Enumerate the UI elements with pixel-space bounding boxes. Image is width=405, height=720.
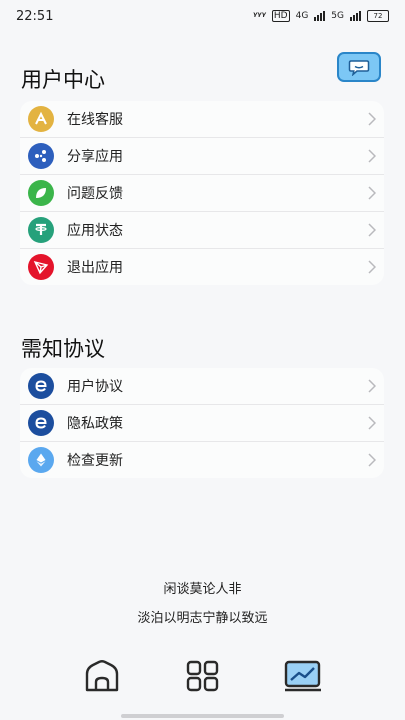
- leaf-icon: [28, 180, 54, 206]
- status-time: 22:51: [16, 8, 54, 24]
- chevron-right-icon: [368, 416, 376, 430]
- menu-item-label: 退出应用: [67, 260, 123, 276]
- menu-item-share-app[interactable]: 分享应用: [20, 138, 384, 175]
- net-5g-label: 5G: [331, 11, 344, 21]
- battery-icon: 72: [367, 10, 389, 22]
- chevron-right-icon: [368, 223, 376, 237]
- chevron-right-icon: [368, 186, 376, 200]
- chevron-right-icon: [368, 149, 376, 163]
- status-icons: ᵞᵞᵞ HD 4G 5G 72: [253, 10, 389, 22]
- chevron-right-icon: [368, 379, 376, 393]
- hd-badge: HD: [271, 10, 290, 22]
- chat-button[interactable]: [337, 52, 381, 82]
- agreements-card: 用户协议 隐私政策 检查更新: [20, 368, 384, 478]
- diamond-icon: [28, 447, 54, 473]
- menu-item-label: 分享应用: [67, 149, 123, 165]
- nav-home[interactable]: [80, 656, 124, 696]
- vowifi-icon: ᵞᵞᵞ: [253, 10, 266, 22]
- menu-item-label: 隐私政策: [67, 416, 123, 432]
- menu-item-label: 在线客服: [67, 112, 123, 128]
- quote-line-2: 淡泊以明志宁静以致远: [137, 611, 268, 626]
- support-icon: [28, 106, 54, 132]
- menu-item-label: 用户协议: [67, 379, 123, 395]
- nav-apps[interactable]: [181, 656, 225, 696]
- e-icon: [28, 373, 54, 399]
- chevron-right-icon: [368, 260, 376, 274]
- menu-item-check-update[interactable]: 检查更新: [20, 442, 384, 478]
- status-bar: 22:51 ᵞᵞᵞ HD 4G 5G 72: [0, 0, 405, 32]
- user-center-title: 用户中心: [21, 68, 105, 92]
- stats-icon: [284, 660, 321, 692]
- share-icon: [28, 143, 54, 169]
- home-indicator[interactable]: [121, 714, 284, 718]
- e-icon: [28, 410, 54, 436]
- menu-item-label: 应用状态: [67, 223, 123, 239]
- menu-item-label: 检查更新: [67, 453, 123, 469]
- menu-item-privacy-policy[interactable]: 隐私政策: [20, 405, 384, 442]
- nav-stats[interactable]: [281, 656, 325, 696]
- exit-icon: [28, 254, 54, 280]
- user-center-card: 在线客服 分享应用 问题反馈 应用状态 退出应用: [20, 101, 384, 285]
- menu-item-online-support[interactable]: 在线客服: [20, 101, 384, 138]
- agreements-title: 需知协议: [21, 337, 105, 361]
- home-icon: [85, 660, 119, 692]
- menu-item-user-agreement[interactable]: 用户协议: [20, 368, 384, 405]
- chevron-right-icon: [368, 453, 376, 467]
- signal-icon: [314, 11, 326, 21]
- chevron-right-icon: [368, 112, 376, 126]
- menu-item-exit-app[interactable]: 退出应用: [20, 249, 384, 285]
- signal-icon: [350, 11, 361, 21]
- menu-item-app-status[interactable]: 应用状态: [20, 212, 384, 249]
- net-4g-label: 4G: [295, 11, 309, 21]
- chat-bubble-icon: [348, 59, 370, 76]
- bottom-nav: [0, 656, 405, 696]
- apps-icon: [186, 660, 219, 692]
- quote-line-1: 闲谈莫论人非: [163, 582, 242, 597]
- menu-item-feedback[interactable]: 问题反馈: [20, 175, 384, 212]
- menu-item-label: 问题反馈: [67, 186, 123, 202]
- status-icon: [28, 217, 54, 243]
